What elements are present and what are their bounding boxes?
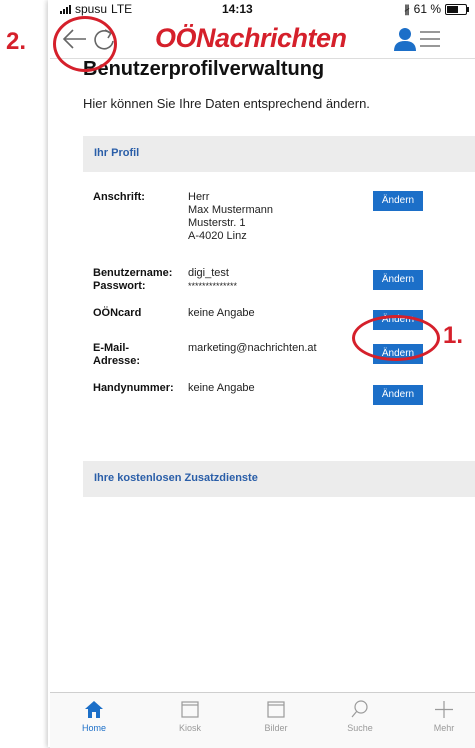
tab-label: Bilder <box>264 723 288 733</box>
password-value: ************** <box>188 281 238 291</box>
annotation-number-two: 2. <box>6 28 27 55</box>
credentials-value: digi_test ************** <box>188 267 237 293</box>
card-value: keine Angabe <box>188 307 255 319</box>
card-label: OÖNcard <box>93 307 142 319</box>
clock: 14:13 <box>222 2 253 16</box>
section-header-services[interactable]: Ihre kostenlosen Zusatzdienste <box>83 461 475 497</box>
carrier-name: spusu <box>75 2 108 16</box>
email-value: marketing@nachrichten.at <box>188 342 317 354</box>
battery-percent: 61 % <box>413 2 441 16</box>
home-icon <box>85 701 103 718</box>
tab-label: Home <box>81 723 106 733</box>
username-value: digi_test <box>188 267 229 279</box>
tab-kiosk[interactable]: Kiosk <box>160 699 220 733</box>
carrier-info: spusu LTE <box>60 2 132 16</box>
edit-address-button[interactable]: Ändern <box>373 191 423 211</box>
tab-pictures[interactable]: Bilder <box>246 699 306 733</box>
menu-button[interactable] <box>418 29 442 49</box>
annotation-number-one: 1. <box>443 322 464 349</box>
annotation-circle-back <box>53 16 117 72</box>
email-label: E-Mail-Adresse: <box>93 342 141 367</box>
row-credentials: Benutzername: Passwort: digi_test ******… <box>83 267 475 297</box>
user-profile-button[interactable] <box>392 26 418 52</box>
bluetooth-icon: ∦ <box>404 3 410 16</box>
page-title: Benutzerprofilverwaltung <box>83 58 325 80</box>
row-phone: Handynummer: keine Angabe Ändern <box>83 382 475 406</box>
status-right: ∦ 61 % <box>404 2 469 16</box>
row-address: Anschrift: Herr Max Mustermann Musterstr… <box>83 191 475 251</box>
address-line: Herr <box>188 191 210 203</box>
kiosk-icon <box>181 701 199 718</box>
address-label: Anschrift: <box>93 191 145 203</box>
signal-icon <box>60 4 71 14</box>
address-line: Musterstr. 1 <box>188 217 246 229</box>
page-subtitle: Hier können Sie Ihre Daten entsprechend … <box>83 96 370 111</box>
tab-search[interactable]: Suche <box>330 699 390 733</box>
username-label: Benutzername: <box>93 267 173 279</box>
address-value: Herr Max Mustermann Musterstr. 1 A-4020 … <box>188 191 273 243</box>
tab-home[interactable]: Home <box>64 699 124 733</box>
section-title-services: Ihre kostenlosen Zusatzdienste <box>94 472 258 484</box>
tab-more[interactable]: Mehr <box>414 699 474 733</box>
brand-logo[interactable]: OÖNachrichten <box>155 23 347 54</box>
plus-icon <box>435 701 453 718</box>
pictures-icon <box>267 701 285 718</box>
search-icon <box>351 700 368 718</box>
tab-label: Suche <box>347 723 373 733</box>
tab-label: Mehr <box>433 723 455 733</box>
annotation-circle-card <box>352 315 440 361</box>
edit-credentials-button[interactable]: Ändern <box>373 270 423 290</box>
status-bar: spusu LTE 14:13 ∦ 61 % <box>50 0 475 20</box>
address-line: A-4020 Linz <box>188 230 247 242</box>
network-type: LTE <box>111 2 133 16</box>
bottom-tab-bar: Home Kiosk Bilder Suche Mehr <box>50 692 475 748</box>
battery-icon <box>445 3 469 15</box>
address-line: Max Mustermann <box>188 204 273 216</box>
edit-phone-button[interactable]: Ändern <box>373 385 423 405</box>
user-icon <box>394 28 416 51</box>
credentials-label: Benutzername: Passwort: <box>93 267 172 293</box>
section-header-profile: Ihr Profil <box>83 136 475 172</box>
tab-label: Kiosk <box>178 723 201 733</box>
section-title-profile: Ihr Profil <box>94 147 140 159</box>
battery-fill <box>447 5 458 13</box>
phone-value: keine Angabe <box>188 382 255 394</box>
phone-screen <box>48 0 475 747</box>
password-label: Passwort: <box>93 280 146 292</box>
phone-label: Handynummer: <box>93 382 174 394</box>
hamburger-menu-icon <box>420 31 440 47</box>
